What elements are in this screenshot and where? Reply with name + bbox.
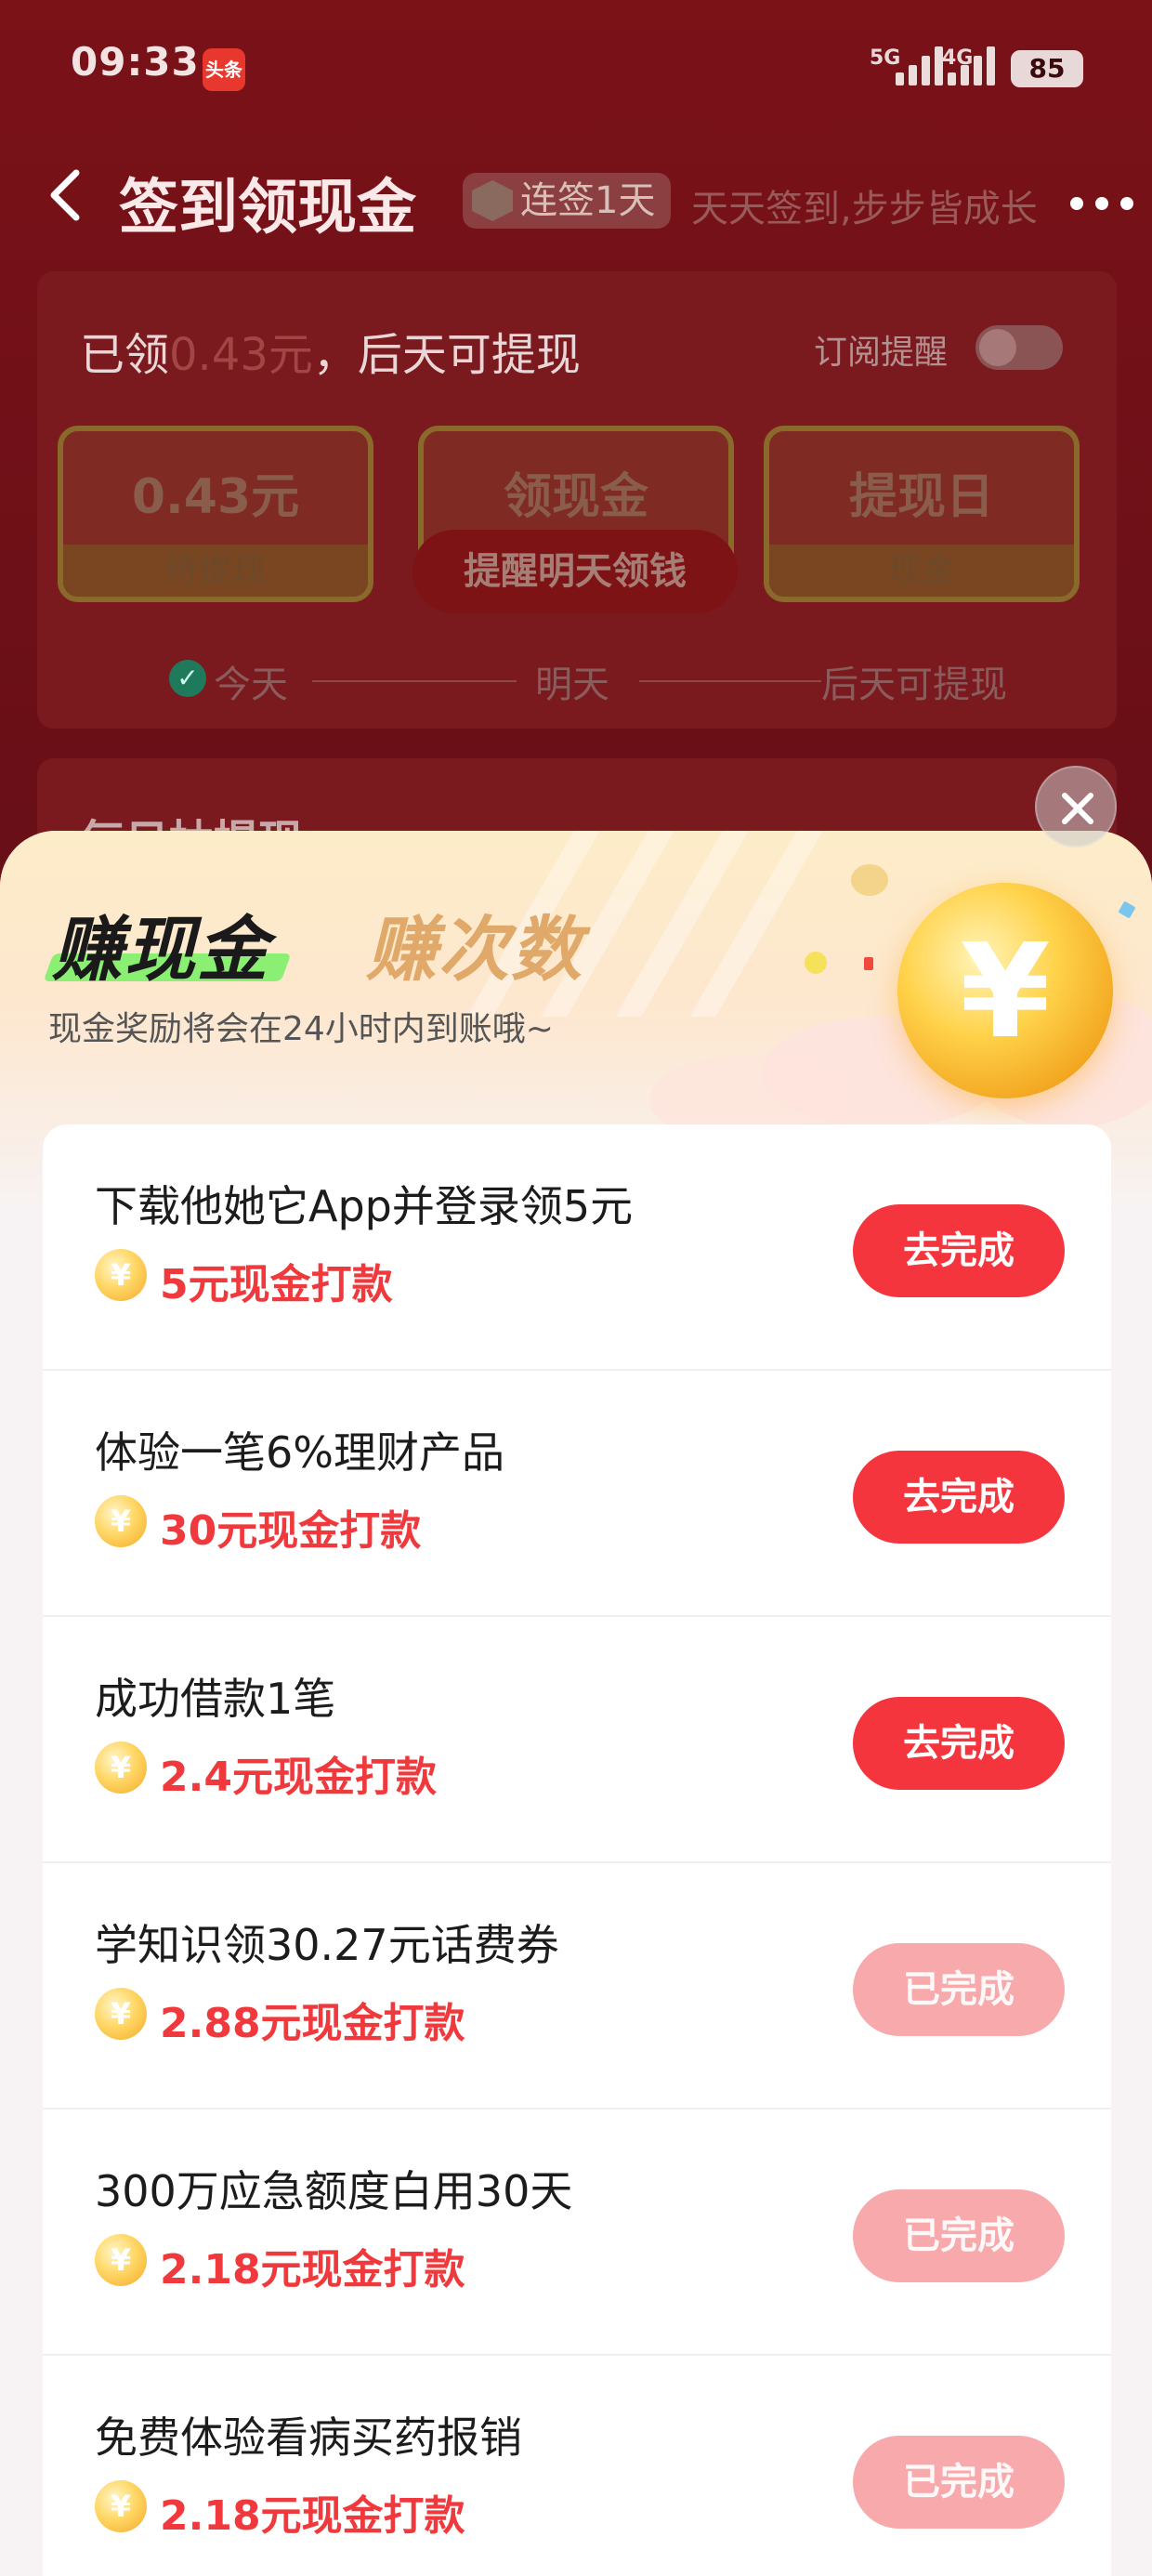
status-time: 09:33	[71, 39, 200, 85]
checkin-card: 已领0.43元，后天可提现 订阅提醒 0.43元 待提现 领现金 提醒明天领钱 …	[37, 271, 1117, 729]
subscribe-toggle[interactable]	[975, 325, 1063, 370]
streak-label: 连签1天	[520, 179, 656, 222]
app-badge-icon: 头条	[203, 48, 245, 91]
tab-earn-count[interactable]: 赚次数	[366, 892, 583, 994]
claim-label: 领现金	[503, 469, 648, 525]
task-title: 下载他她它App并登录领5元	[95, 1181, 634, 1231]
sparkle-icon	[1118, 900, 1136, 919]
coin-icon: ¥	[95, 1249, 147, 1301]
streak-hex-icon	[472, 180, 513, 221]
streak-badge[interactable]: 连签1天	[463, 173, 671, 229]
task-title: 学知识领30.27元话费券	[95, 1920, 559, 1970]
tab-earn-cash[interactable]: 赚现金	[52, 892, 269, 994]
task-title: 体验一笔6%理财产品	[95, 1427, 504, 1478]
sparkle-icon	[805, 952, 827, 974]
task-sheet: 赚现金 赚次数 现金奖励将会在24小时内到账哦~ ¥ 下载他她它App并登录领5…	[0, 831, 1152, 2576]
cash-label: 现金	[769, 545, 1074, 597]
task-row: 下载他她它App并登录领5元 ¥ 5元现金打款 去完成	[43, 1124, 1111, 1371]
remind-tomorrow-button[interactable]: 提醒明天领钱	[412, 530, 738, 613]
task-list: 下载他她它App并登录领5元 ¥ 5元现金打款 去完成 体验一笔6%理财产品 ¥…	[43, 1124, 1111, 2576]
checkin-title: 已领0.43元，后天可提现	[80, 329, 581, 381]
timeline-day-after: 后天可提现	[821, 664, 1007, 706]
task-reward: 5元现金打款	[160, 1261, 393, 1308]
timeline-today: 今天	[214, 664, 288, 706]
checkin-amount: 0.43元	[169, 329, 313, 381]
task-done-button[interactable]: 已完成	[853, 1943, 1065, 2036]
task-row: 免费体验看病买药报销 ¥ 2.18元现金打款 已完成	[43, 2356, 1111, 2576]
withdraw-day-box: 提现日 现金	[764, 426, 1080, 602]
timeline-divider	[639, 680, 821, 682]
back-arrow-icon[interactable]	[46, 167, 84, 223]
task-reward: 30元现金打款	[160, 1507, 422, 1555]
task-row: 成功借款1笔 ¥ 2.4元现金打款 去完成	[43, 1617, 1111, 1863]
task-go-button[interactable]: 去完成	[853, 1204, 1065, 1297]
task-go-button[interactable]: 去完成	[853, 1451, 1065, 1544]
coin-icon: ¥	[95, 1988, 147, 2040]
task-done-button[interactable]: 已完成	[853, 2436, 1065, 2529]
task-row: 300万应急额度白用30天 ¥ 2.18元现金打款 已完成	[43, 2109, 1111, 2356]
task-reward: 2.88元现金打款	[160, 2000, 465, 2047]
coin-icon: ¥	[95, 2234, 147, 2286]
pending-box: 0.43元 待提现	[58, 426, 373, 602]
sparkle-icon	[864, 957, 873, 970]
coin-icon: ¥	[95, 1741, 147, 1794]
sheet-subtitle: 现金奖励将会在24小时内到账哦~	[48, 1010, 554, 1048]
pending-label: 待提现	[63, 545, 368, 597]
coin-icon: ¥	[897, 883, 1113, 1098]
signal-bars-icon	[896, 45, 948, 85]
page-title: 签到领现金	[119, 174, 416, 243]
task-reward: 2.4元现金打款	[160, 1754, 437, 1801]
timeline-tomorrow: 明天	[535, 664, 609, 706]
task-title: 免费体验看病买药报销	[95, 2412, 522, 2463]
coin-icon: ¥	[95, 2480, 147, 2532]
small-coin-icon	[851, 864, 888, 896]
task-title: 成功借款1笔	[95, 1674, 336, 1724]
task-title: 300万应急额度白用30天	[95, 2166, 573, 2216]
withdraw-day-label: 提现日	[848, 469, 994, 525]
task-reward: 2.18元现金打款	[160, 2492, 465, 2540]
status-bar: 09:33 头条 5G 4G 85	[0, 0, 1152, 139]
task-row: 学知识领30.27元话费券 ¥ 2.88元现金打款 已完成	[43, 1863, 1111, 2109]
check-icon: ✓	[169, 660, 206, 697]
subscribe-label: 订阅提醒	[814, 334, 949, 372]
timeline-divider	[312, 680, 517, 682]
close-icon[interactable]	[1035, 766, 1117, 848]
task-reward: 2.18元现金打款	[160, 2246, 465, 2293]
task-done-button[interactable]: 已完成	[853, 2189, 1065, 2282]
battery-icon: 85	[1011, 50, 1083, 87]
more-dots-icon[interactable]	[1070, 197, 1133, 210]
signal-bars-icon	[948, 45, 1000, 85]
task-go-button[interactable]: 去完成	[853, 1697, 1065, 1790]
pending-amount: 0.43元	[131, 469, 300, 525]
task-row: 体验一笔6%理财产品 ¥ 30元现金打款 去完成	[43, 1371, 1111, 1617]
nav-slogan: 天天签到,步步皆成长	[691, 188, 1038, 230]
coin-icon: ¥	[95, 1495, 147, 1547]
